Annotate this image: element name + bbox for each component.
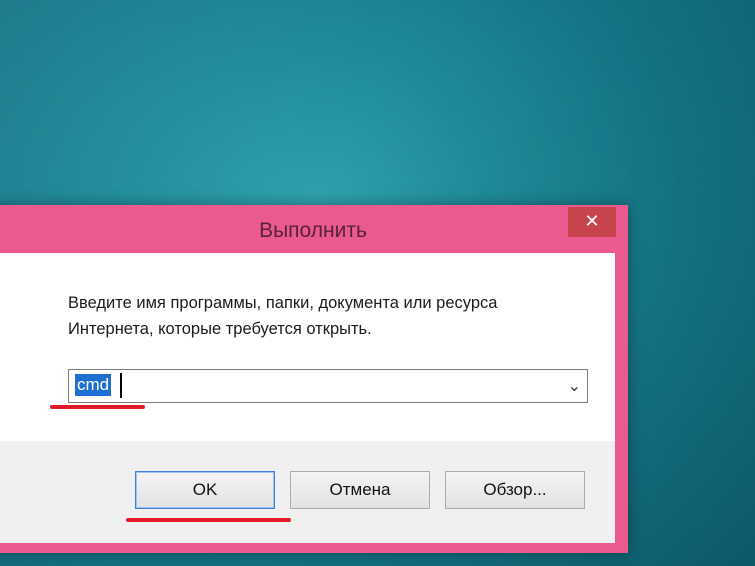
cancel-button[interactable]: Отмена	[290, 471, 430, 509]
dialog-client-area: Введите имя программы, папки, документа …	[0, 253, 615, 543]
dialog-title: Выполнить	[259, 219, 367, 242]
run-dialog: Выполнить ✕ Введите имя программы, папки…	[0, 205, 628, 553]
prompt-line-2: Интернета, которые требуется открыть.	[68, 320, 372, 338]
chevron-down-icon[interactable]: ⌄	[568, 376, 581, 395]
annotation-underline-input	[50, 405, 145, 409]
close-icon: ✕	[584, 211, 600, 232]
close-button[interactable]: ✕	[568, 207, 616, 237]
text-caret	[120, 373, 122, 398]
browse-button[interactable]: Обзор...	[445, 471, 585, 509]
open-combobox[interactable]: cmd ⌄	[68, 369, 588, 403]
prompt-line-1: Введите имя программы, папки, документа …	[68, 294, 498, 312]
annotation-underline-ok	[126, 518, 291, 522]
ok-button[interactable]: OK	[135, 471, 275, 509]
title-bar[interactable]: Выполнить ✕	[0, 205, 628, 253]
open-input-value[interactable]: cmd	[75, 374, 112, 396]
prompt-text: Введите имя программы, папки, документа …	[68, 290, 608, 342]
button-bar: OK Отмена Обзор...	[0, 441, 615, 543]
open-label: ь:	[0, 377, 1, 396]
